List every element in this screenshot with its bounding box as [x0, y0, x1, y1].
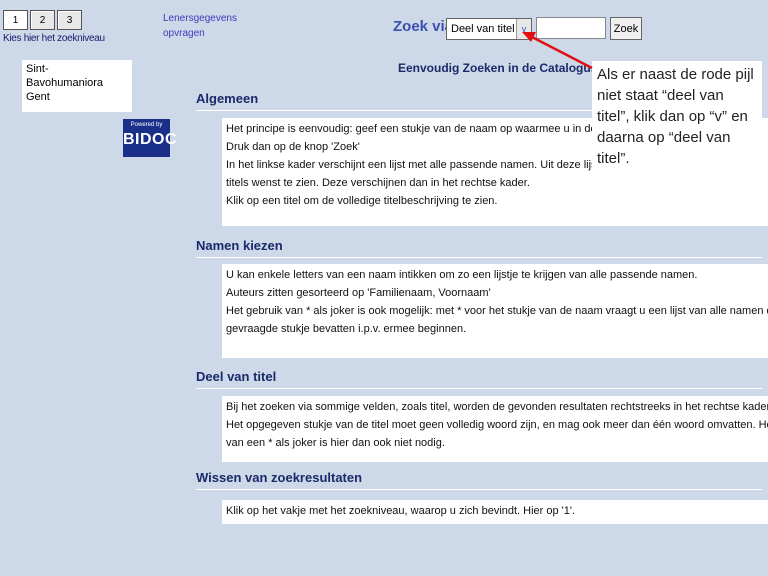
red-arrow-icon [522, 32, 593, 70]
